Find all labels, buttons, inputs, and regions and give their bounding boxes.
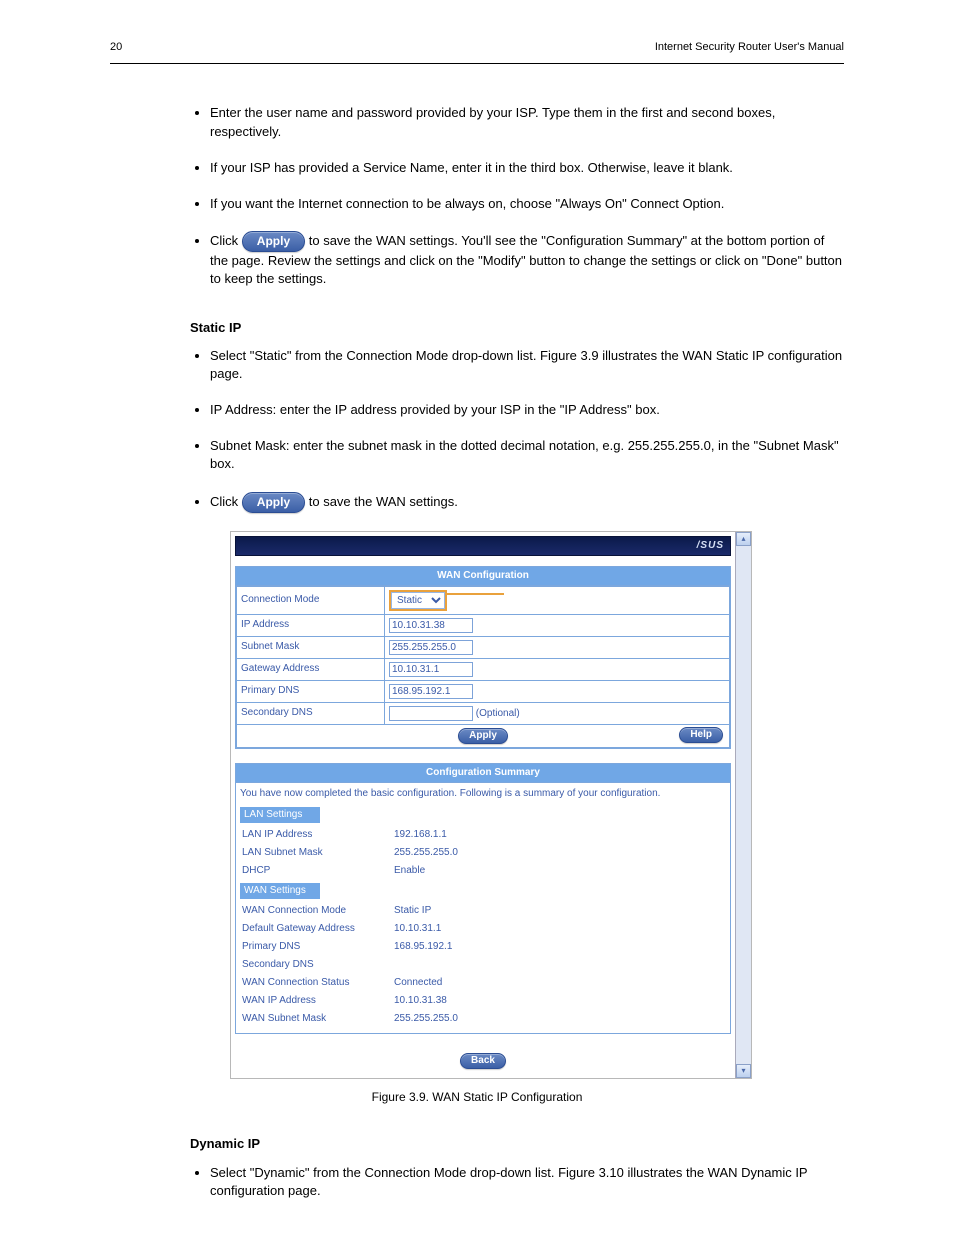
wan-ip-value: 10.10.31.38 <box>394 993 724 1009</box>
bullet-subnet-mask: Subnet Mask: enter the subnet mask in th… <box>210 437 844 473</box>
bullet-click-apply-static: Click Apply to save the WAN settings. <box>210 492 844 513</box>
brand-bar: /SUS <box>235 536 731 556</box>
label-secondary-dns: Secondary DNS <box>237 702 385 724</box>
document-title: Internet Security Router User's Manual <box>655 40 844 55</box>
label-ip-address: IP Address <box>237 614 385 636</box>
bullet-select-static: Select "Static" from the Connection Mode… <box>210 347 844 383</box>
lan-ip-value: 192.168.1.1 <box>394 827 724 843</box>
primary-dns-input[interactable] <box>389 684 473 699</box>
apply-button[interactable]: Apply <box>242 231 305 252</box>
bullet-always-on: If you want the Internet connection to b… <box>210 195 844 213</box>
lan-mask-value: 255.255.255.0 <box>394 845 724 861</box>
highlight-box: Static <box>389 590 447 611</box>
secondary-dns-input[interactable] <box>389 706 473 721</box>
ppp-steps-list: Enter the user name and password provide… <box>110 104 844 288</box>
figure-wan-static: /SUS WAN Configuration Connection Mode <box>230 531 752 1079</box>
config-summary-panel: Configuration Summary You have now compl… <box>235 763 731 1034</box>
wan-mode-value: Static IP <box>394 903 724 919</box>
wan-status-value: Connected <box>394 975 724 991</box>
wan-settings-head: WAN Settings <box>240 883 320 899</box>
page-header: 20 Internet Security Router User's Manua… <box>110 40 844 64</box>
wan-pdns-value: 168.95.192.1 <box>394 939 724 955</box>
scroll-track[interactable] <box>736 546 751 1064</box>
bullet-click-apply: Click Apply to save the WAN settings. Yo… <box>210 231 844 288</box>
label-subnet-mask: Subnet Mask <box>237 636 385 658</box>
subnet-mask-input[interactable] <box>389 640 473 655</box>
apply-button[interactable]: Apply <box>458 728 508 744</box>
gateway-input[interactable] <box>389 662 473 677</box>
label-connection-mode: Connection Mode <box>237 586 385 614</box>
bullet-service-name: If your ISP has provided a Service Name,… <box>210 159 844 177</box>
section-static-ip: Static IP <box>190 319 844 337</box>
figure-caption: Figure 3.9. WAN Static IP Configuration <box>110 1089 844 1106</box>
highlight-line <box>446 593 504 595</box>
summary-intro: You have now completed the basic configu… <box>240 787 726 801</box>
asus-logo: /SUS <box>697 539 724 553</box>
scroll-up-icon[interactable]: ▴ <box>736 532 751 546</box>
static-steps-list: Select "Static" from the Connection Mode… <box>110 347 844 513</box>
page-number: 20 <box>110 40 122 55</box>
optional-note: (Optional) <box>476 708 520 719</box>
wan-sdns-value <box>394 957 724 973</box>
label-primary-dns: Primary DNS <box>237 680 385 702</box>
section-dynamic-ip: Dynamic IP <box>190 1135 844 1153</box>
bullet-ip-address: IP Address: enter the IP address provide… <box>210 401 844 419</box>
lan-summary-table: LAN IP Address192.168.1.1 LAN Subnet Mas… <box>240 825 726 881</box>
bullet-select-dynamic: Select "Dynamic" from the Connection Mod… <box>210 1164 844 1200</box>
apply-button[interactable]: Apply <box>242 492 305 513</box>
scroll-down-icon[interactable]: ▾ <box>736 1064 751 1078</box>
wan-config-panel: WAN Configuration Connection Mode Static <box>235 566 731 749</box>
label-gateway: Gateway Address <box>237 658 385 680</box>
dhcp-value: Enable <box>394 863 724 879</box>
dynamic-steps-list: Select "Dynamic" from the Connection Mod… <box>110 1164 844 1200</box>
back-button[interactable]: Back <box>460 1053 506 1069</box>
ip-address-input[interactable] <box>389 618 473 633</box>
scrollbar[interactable]: ▴ ▾ <box>735 532 751 1078</box>
wan-gw-value: 10.10.31.1 <box>394 921 724 937</box>
wan-summary-table: WAN Connection ModeStatic IP Default Gat… <box>240 901 726 1029</box>
wan-config-title: WAN Configuration <box>236 567 730 586</box>
help-button[interactable]: Help <box>679 727 723 743</box>
wan-form-table: Connection Mode Static <box>236 586 730 725</box>
lan-settings-head: LAN Settings <box>240 807 320 823</box>
bullet-username: Enter the user name and password provide… <box>210 104 844 140</box>
summary-title: Configuration Summary <box>236 764 730 783</box>
connection-mode-select[interactable]: Static <box>391 592 445 609</box>
wan-mask-value: 255.255.255.0 <box>394 1011 724 1027</box>
